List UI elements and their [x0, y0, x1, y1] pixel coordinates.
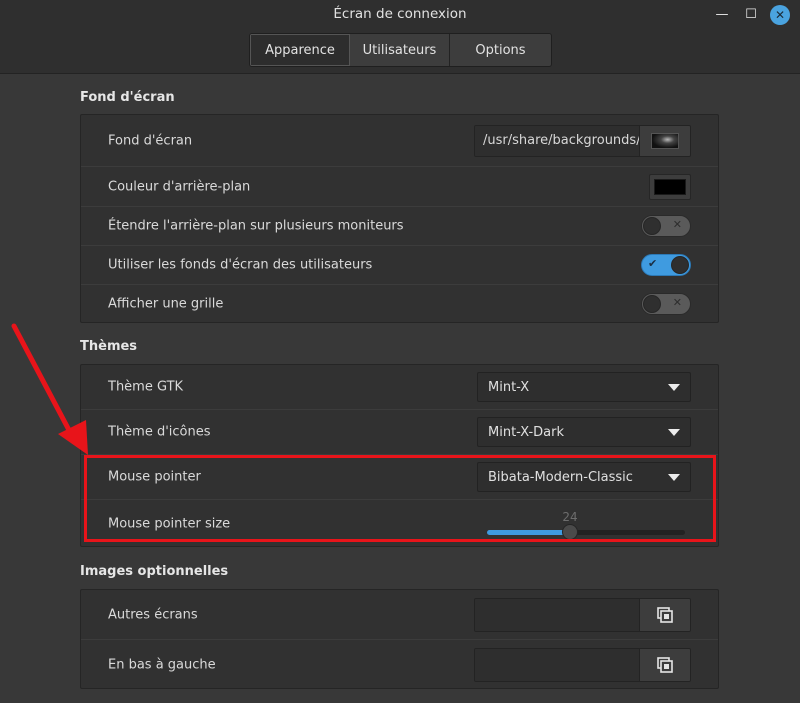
tab-utilisateurs[interactable]: Utilisateurs — [350, 34, 450, 66]
slider-handle[interactable] — [562, 524, 578, 540]
copy-icon[interactable] — [640, 648, 690, 681]
pointer-size-row: Mouse pointer size 24 — [81, 500, 718, 547]
bottom-left-chooser[interactable] — [474, 647, 691, 682]
icon-theme-value: Mint-X-Dark — [488, 424, 565, 440]
pointer-combo[interactable]: Bibata-Modern-Classic — [477, 462, 691, 492]
section-title-background: Fond d'écran — [80, 90, 175, 105]
gtk-theme-row: Thème GTK Mint-X — [81, 365, 718, 410]
user-wallpapers-row: Utiliser les fonds d'écran des utilisate… — [81, 246, 718, 285]
bottom-left-path[interactable] — [475, 648, 640, 681]
switch-knob — [643, 217, 661, 235]
other-screens-path[interactable] — [475, 598, 640, 631]
stretch-row: Étendre l'arrière-plan sur plusieurs mon… — [81, 207, 718, 246]
tab-bar: Apparence Utilisateurs Options — [249, 33, 552, 67]
chevron-down-icon — [668, 429, 680, 436]
maximize-icon[interactable]: ☐ — [741, 5, 761, 25]
bg-color-swatch — [654, 178, 686, 195]
grid-row: Afficher une grille ✕ — [81, 285, 718, 323]
chevron-down-icon — [668, 474, 680, 481]
close-icon[interactable]: ✕ — [770, 5, 790, 25]
bottom-left-row: En bas à gauche — [81, 640, 718, 689]
themes-group: Thème GTK Mint-X Thème d'icônes Mint-X-D… — [80, 364, 719, 547]
wallpaper-label: Fond d'écran — [108, 133, 193, 148]
x-icon: ✕ — [672, 218, 682, 231]
grid-switch[interactable]: ✕ — [641, 293, 691, 315]
user-wallpapers-label: Utiliser les fonds d'écran des utilisate… — [108, 257, 373, 273]
bottom-left-label: En bas à gauche — [108, 657, 216, 672]
switch-knob — [671, 256, 689, 274]
tab-options[interactable]: Options — [450, 34, 551, 66]
wallpaper-path[interactable]: /usr/share/backgrounds/ — [475, 125, 640, 156]
stretch-label: Étendre l'arrière-plan sur plusieurs mon… — [108, 218, 404, 234]
wallpaper-thumbnail — [651, 132, 679, 149]
x-icon: ✕ — [672, 296, 682, 309]
check-icon: ✔ — [648, 257, 658, 270]
pointer-size-slider[interactable]: 24 — [487, 510, 685, 540]
stretch-switch[interactable]: ✕ — [641, 215, 691, 237]
bg-color-label: Couleur d'arrière-plan — [108, 179, 251, 194]
chevron-down-icon — [668, 384, 680, 391]
background-group: Fond d'écran /usr/share/backgrounds/ Cou… — [80, 114, 719, 323]
pointer-label: Mouse pointer — [108, 469, 201, 485]
pointer-value: Bibata-Modern-Classic — [488, 469, 633, 485]
other-screens-chooser[interactable] — [474, 597, 691, 632]
pointer-size-value: 24 — [562, 510, 578, 524]
minimize-icon[interactable]: — — [712, 5, 732, 25]
tab-apparence[interactable]: Apparence — [250, 34, 350, 66]
optional-images-group: Autres écrans En bas à gauche — [80, 589, 719, 689]
other-screens-label: Autres écrans — [108, 607, 198, 622]
grid-label: Afficher une grille — [108, 296, 224, 312]
icon-theme-label: Thème d'icônes — [108, 424, 211, 440]
copy-icon[interactable] — [640, 598, 690, 631]
other-screens-row: Autres écrans — [81, 590, 718, 640]
icon-theme-row: Thème d'icônes Mint-X-Dark — [81, 410, 718, 455]
gtk-theme-combo[interactable]: Mint-X — [477, 372, 691, 402]
section-title-optional-images: Images optionnelles — [80, 564, 229, 579]
title-bar: Écran de connexion — ☐ ✕ Apparence Utili… — [0, 0, 800, 74]
pointer-size-label: Mouse pointer size — [108, 516, 231, 531]
section-title-themes: Thèmes — [80, 339, 138, 354]
slider-track[interactable] — [487, 530, 685, 535]
wallpaper-chooser[interactable]: /usr/share/backgrounds/ — [474, 124, 691, 157]
gtk-theme-label: Thème GTK — [108, 379, 184, 395]
gtk-theme-value: Mint-X — [488, 379, 530, 395]
user-wallpapers-switch[interactable]: ✔ — [641, 254, 691, 276]
pointer-row: Mouse pointer Bibata-Modern-Classic — [81, 455, 718, 500]
window-title: Écran de connexion — [333, 6, 467, 22]
icon-theme-combo[interactable]: Mint-X-Dark — [477, 417, 691, 447]
bg-color-button[interactable] — [649, 173, 691, 200]
wallpaper-row: Fond d'écran /usr/share/backgrounds/ — [81, 115, 718, 167]
wallpaper-thumbnail-button[interactable] — [640, 125, 690, 156]
switch-knob — [643, 295, 661, 313]
slider-fill — [487, 530, 570, 535]
bg-color-row: Couleur d'arrière-plan — [81, 167, 718, 207]
